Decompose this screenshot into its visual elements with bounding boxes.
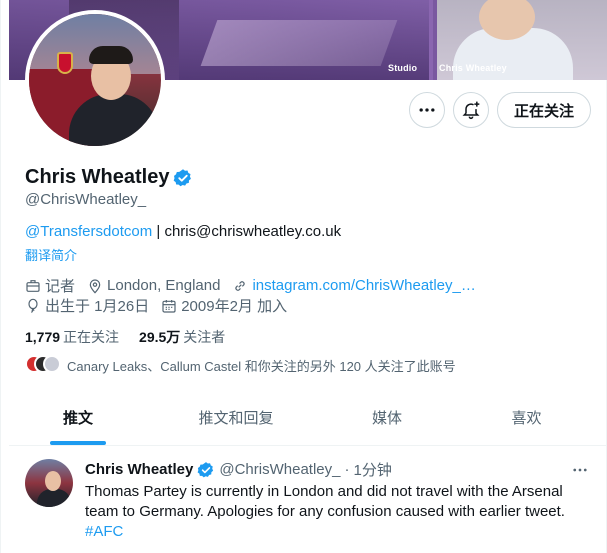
joined-item: 2009年2月 加入 (161, 295, 287, 316)
profile-meta-row: 记者 London, England instagram.com/ChrisWh… (25, 275, 488, 296)
tab-media[interactable]: 媒体 (325, 390, 449, 445)
tweet-separator: · (344, 461, 350, 478)
avatar[interactable] (25, 459, 73, 507)
tweet-body-text: Thomas Partey is currently in London and… (85, 483, 565, 520)
avatar (43, 355, 61, 373)
bell-plus-icon (462, 101, 480, 120)
joined-label: 2009年2月 加入 (181, 298, 288, 315)
job-label: 记者 (45, 278, 76, 295)
briefcase-icon (26, 279, 40, 292)
following-count: 1,779 (25, 329, 61, 345)
location-pin-icon (89, 278, 101, 294)
location-label: London, England (107, 277, 221, 294)
profile-frame: Studio Chris Wheatley 正在关注 Chris Wheatle… (0, 0, 607, 553)
bio-mention-link[interactable]: @Transfersdotcom (25, 223, 152, 240)
tweet-text: Thomas Partey is currently in London and… (85, 482, 590, 542)
tweet-hashtag-link[interactable]: #AFC (85, 522, 590, 542)
arsenal-crest-icon (57, 52, 73, 74)
tab-tweets-and-replies[interactable]: 推文和回复 (147, 390, 325, 445)
profile-bio: @Transfersdotcom | chris@chriswheatley.c… (25, 223, 341, 240)
following-button[interactable]: 正在关注 (497, 92, 591, 128)
verified-badge-icon (197, 461, 215, 479)
website-link[interactable]: instagram.com/ChrisWheatley_… (252, 277, 475, 294)
tweet-header: Chris Wheatley @ChrisWheatley_ · 1分钟 (85, 459, 392, 480)
active-tab-indicator (50, 441, 106, 445)
tweet-timestamp[interactable]: 1分钟 (353, 459, 391, 480)
tweet-author-handle[interactable]: @ChrisWheatley_ (219, 461, 340, 478)
tweet-more-button[interactable] (571, 461, 589, 484)
followers-you-know-text: Canary Leaks、Callum Castel 和你关注的另外 120 人… (67, 358, 456, 374)
verified-badge-icon[interactable] (173, 168, 193, 188)
name-row: Chris Wheatley (25, 166, 193, 189)
banner-name-tag: Chris Wheatley (439, 63, 507, 73)
followers-count: 29.5万 (139, 329, 181, 345)
more-options-button[interactable] (409, 92, 445, 128)
follow-stats: 1,779 正在关注 29.5万 关注者 (25, 327, 245, 347)
translate-bio-link[interactable]: 翻译简介 (25, 245, 77, 264)
followers-label: 关注者 (183, 329, 226, 345)
website-item[interactable]: instagram.com/ChrisWheatley_… (232, 277, 476, 294)
following-stat[interactable]: 1,779 正在关注 (25, 327, 119, 347)
tab-tweets[interactable]: 推文 (9, 390, 147, 445)
calendar-icon (162, 299, 176, 313)
job-item: 记者 (25, 275, 75, 296)
following-label: 正在关注 (63, 329, 120, 345)
tweet[interactable]: Chris Wheatley @ChrisWheatley_ · 1分钟 Tho… (9, 447, 607, 553)
more-icon (573, 468, 587, 472)
display-name: Chris Wheatley (25, 166, 170, 188)
bio-text: | chris@chriswheatley.co.uk (152, 223, 342, 240)
more-icon (419, 108, 435, 112)
tweet-author-name[interactable]: Chris Wheatley (85, 461, 193, 478)
followers-stat[interactable]: 29.5万 关注者 (139, 327, 225, 347)
banner-studio-tag: Studio (388, 63, 418, 73)
location-item: London, England (87, 277, 220, 294)
tab-likes[interactable]: 喜欢 (449, 390, 604, 445)
balloon-icon (28, 298, 38, 313)
profile-avatar[interactable] (25, 10, 165, 150)
notifications-button[interactable] (453, 92, 489, 128)
followers-you-know[interactable]: Canary Leaks、Callum Castel 和你关注的另外 120 人… (25, 355, 456, 375)
birthday-item: 出生于 1月26日 (25, 295, 149, 316)
mini-avatars (25, 355, 61, 375)
birthday-label: 出生于 1月26日 (45, 298, 150, 315)
link-icon (235, 280, 246, 291)
profile-tabs: 推文 推文和回复 媒体 喜欢 (9, 390, 607, 446)
profile-handle: @ChrisWheatley_ (25, 191, 147, 208)
profile-meta-row-2: 出生于 1月26日 2009年2月 加入 (25, 295, 299, 316)
